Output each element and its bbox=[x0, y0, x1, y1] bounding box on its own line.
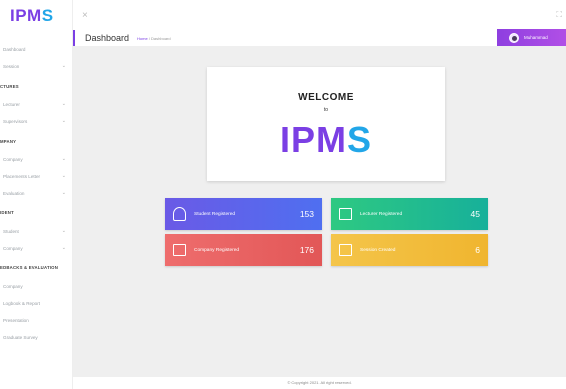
main-content: WELCOME to IPMS Student Registered 153 L… bbox=[73, 46, 566, 377]
sidebar-item-label: Student bbox=[3, 228, 19, 234]
sidebar-item-label: Session bbox=[3, 63, 20, 69]
briefcase-icon bbox=[339, 244, 352, 256]
user-menu-button[interactable]: Muhammad bbox=[497, 29, 566, 46]
breadcrumb: Home / Dashboard bbox=[137, 36, 171, 41]
footer-copyright: © Copyright 2021. All right reserved. bbox=[73, 377, 566, 389]
sidebar-section-feedbacks: EDBACKS & EVALUATION bbox=[0, 265, 59, 270]
stat-label: Lecturer Registered bbox=[360, 211, 403, 217]
stat-label: Company Registered bbox=[194, 247, 240, 253]
sidebar-item-graduate-survey[interactable]: Graduate Survey bbox=[0, 331, 72, 343]
stat-value: 176 bbox=[299, 245, 314, 255]
sidebar-item-dashboard[interactable]: Dashboard bbox=[0, 43, 72, 55]
breadcrumb-home-link[interactable]: Home bbox=[137, 36, 148, 41]
sidebar-section-company: MPANY bbox=[0, 139, 17, 144]
breadcrumb-current: Dashboard bbox=[151, 35, 171, 41]
stat-card-companies[interactable]: Company Registered 176 bbox=[165, 234, 322, 266]
stat-card-sessions[interactable]: Session Created 6 bbox=[331, 234, 488, 266]
sidebar-item-evaluation[interactable]: Evaluation ⌄ bbox=[0, 187, 72, 199]
app-logo[interactable]: IPMS bbox=[10, 6, 54, 26]
sidebar-item-label: Presentation bbox=[3, 317, 29, 323]
welcome-panel: WELCOME to IPMS bbox=[207, 67, 445, 181]
page-title: Dashboard bbox=[85, 33, 130, 43]
sidebar-item-label: Company bbox=[3, 245, 23, 251]
stat-value: 153 bbox=[299, 209, 314, 219]
stat-value: 45 bbox=[470, 209, 480, 219]
sidebar-item-label: Dashboard bbox=[3, 46, 26, 52]
stat-label: Session Created bbox=[360, 247, 396, 253]
sidebar-item-feedback-company[interactable]: Company bbox=[0, 280, 72, 292]
sidebar-item-student[interactable]: Student ⌄ bbox=[0, 225, 72, 237]
sidebar-item-label: Placements Letter bbox=[3, 173, 41, 179]
user-name: Muhammad bbox=[524, 35, 548, 40]
sidebar-item-label: Company bbox=[3, 156, 23, 162]
sidebar-section-student: IDENT bbox=[0, 210, 14, 215]
chevron-down-icon: ⌄ bbox=[61, 245, 66, 251]
chevron-down-icon: ⌄ bbox=[61, 190, 66, 196]
sidebar-item-logbook-report[interactable]: Logbook & Report bbox=[0, 297, 72, 309]
sidebar-item-lecturer[interactable]: Lecturer ⌄ bbox=[0, 98, 72, 110]
page-header: Dashboard Home / Dashboard bbox=[73, 30, 566, 46]
sidebar-item-presentation[interactable]: Presentation bbox=[0, 314, 72, 326]
chevron-down-icon: ⌄ bbox=[61, 118, 66, 124]
welcome-heading: WELCOME bbox=[298, 92, 354, 103]
chevron-down-icon: ⌄ bbox=[61, 173, 66, 179]
briefcase-icon bbox=[339, 208, 352, 220]
chevron-down-icon: ⌄ bbox=[61, 156, 66, 162]
stat-label: Student Registered bbox=[194, 211, 236, 217]
sidebar-item-placements-letter[interactable]: Placements Letter ⌄ bbox=[0, 170, 72, 182]
sidebar-item-supervisors[interactable]: Supervisors ⌄ bbox=[0, 115, 72, 127]
sidebar-item-label: Company bbox=[3, 283, 23, 289]
stat-value: 6 bbox=[475, 245, 480, 255]
briefcase-icon bbox=[173, 244, 186, 256]
sidebar-item-label: Graduate Survey bbox=[3, 334, 38, 340]
welcome-logo: IPMS bbox=[279, 119, 373, 160]
welcome-to-text: to bbox=[323, 107, 329, 113]
top-bar: × ⛶ Dashboard Home / Dashboard Muhammad bbox=[73, 0, 566, 46]
chevron-down-icon: ⌄ bbox=[61, 101, 66, 107]
sidebar-item-session[interactable]: Session ⌄ bbox=[0, 60, 72, 72]
fullscreen-icon[interactable]: ⛶ bbox=[556, 10, 562, 20]
chevron-down-icon: ⌄ bbox=[61, 63, 66, 69]
avatar bbox=[509, 32, 519, 43]
sidebar-item-student-company[interactable]: Company ⌄ bbox=[0, 242, 72, 254]
sidebar-item-label: Logbook & Report bbox=[3, 300, 41, 306]
stat-card-lecturers[interactable]: Lecturer Registered 45 bbox=[331, 198, 488, 230]
sidebar-section-lectures: CTURES bbox=[0, 84, 19, 89]
user-icon bbox=[173, 207, 186, 221]
chevron-down-icon: ⌄ bbox=[61, 228, 66, 234]
sidebar-item-label: Evaluation bbox=[3, 190, 25, 196]
sidebar-item-company[interactable]: Company ⌄ bbox=[0, 153, 72, 165]
sidebar-item-label: Lecturer bbox=[3, 101, 20, 107]
sidebar: IPMS Dashboard Session ⌄ CTURES Lecturer ⌄… bbox=[0, 0, 73, 389]
sidebar-item-label: Supervisors bbox=[3, 118, 28, 124]
close-icon[interactable]: × bbox=[82, 10, 88, 21]
stat-card-students[interactable]: Student Registered 153 bbox=[165, 198, 322, 230]
